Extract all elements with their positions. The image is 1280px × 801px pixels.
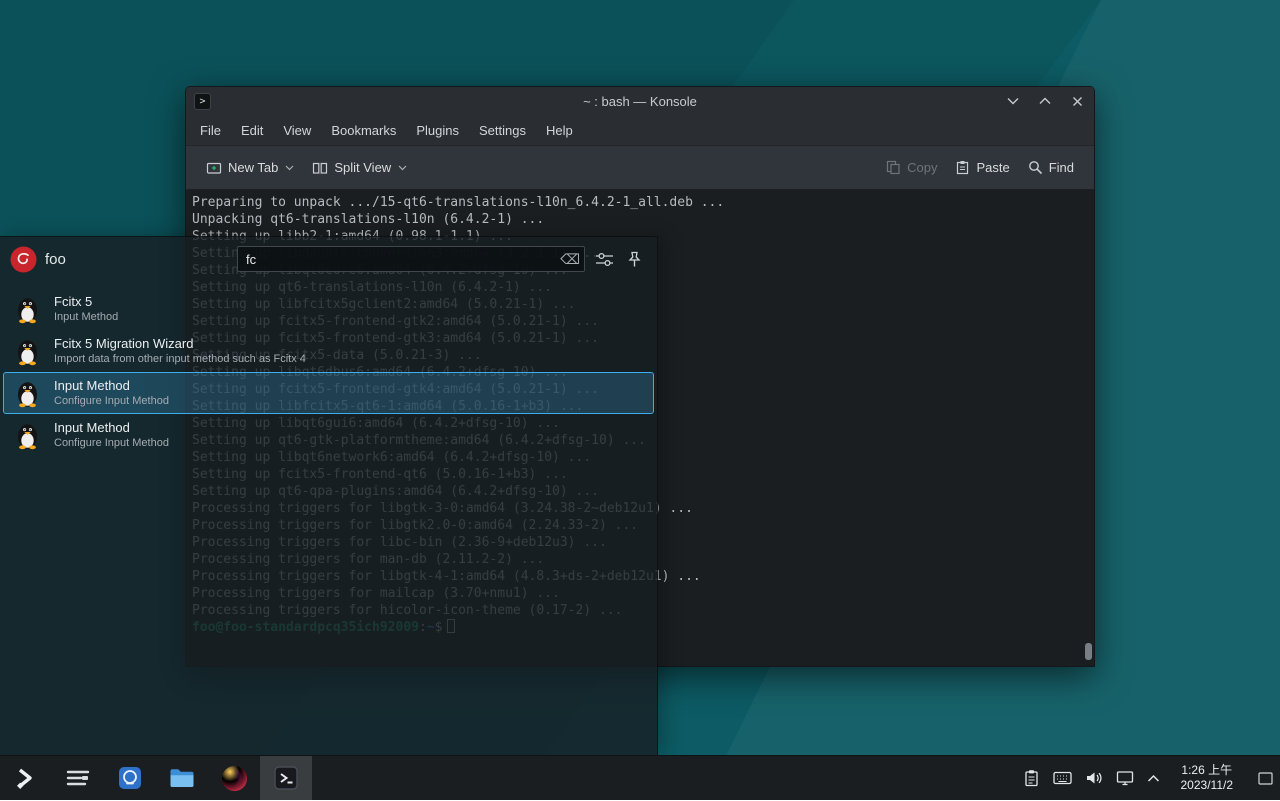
result-subtitle: Import data from other input method such…	[54, 353, 306, 366]
menu-view[interactable]: View	[273, 118, 321, 143]
result-subtitle: Input Method	[54, 311, 118, 324]
firefox-icon	[220, 764, 249, 793]
search-result-item[interactable]: Input Method Configure Input Method	[3, 414, 654, 456]
taskbar-item-firefox[interactable]	[208, 756, 260, 801]
titlebar[interactable]: > ~ : bash — Konsole	[186, 87, 1094, 115]
result-subtitle: Configure Input Method	[54, 395, 169, 408]
show-desktop-icon	[1258, 772, 1273, 785]
launcher-search: ⌫	[237, 246, 585, 272]
clipboard-tray-button[interactable]	[1023, 769, 1040, 787]
chevron-down-icon	[1007, 97, 1019, 105]
menu-plugins[interactable]: Plugins	[406, 118, 469, 143]
app-launcher-button[interactable]	[0, 756, 52, 801]
sliders-icon	[595, 252, 614, 267]
tux-icon	[13, 379, 42, 408]
taskbar-item-files[interactable]	[156, 756, 208, 801]
menu-bar: FileEditViewBookmarksPluginsSettingsHelp	[186, 115, 1094, 146]
configure-button[interactable]	[593, 248, 615, 270]
split-view-button[interactable]: Split View	[304, 153, 415, 183]
folder-icon	[168, 764, 196, 792]
pin-icon	[627, 251, 642, 268]
clipboard-icon	[1023, 769, 1040, 787]
menu-settings[interactable]: Settings	[469, 118, 536, 143]
find-button[interactable]: Find	[1020, 153, 1082, 182]
taskbar-item-pager[interactable]	[52, 756, 104, 801]
taskbar-item-discover[interactable]	[104, 756, 156, 801]
search-result-item[interactable]: Fcitx 5 Input Method	[3, 288, 654, 330]
chevron-up-icon	[1039, 97, 1051, 105]
tux-icon	[13, 337, 42, 366]
new-tab-label: New Tab	[228, 160, 278, 175]
split-view-icon	[312, 160, 328, 176]
system-tray: 1:26 上午 2023/11/2	[1023, 756, 1280, 801]
konsole-icon	[272, 764, 300, 792]
menu-help[interactable]: Help	[536, 118, 583, 143]
distro-logo-avatar[interactable]	[10, 246, 37, 273]
volume-tray-button[interactable]	[1085, 770, 1103, 786]
clock-time: 1:26 上午	[1181, 763, 1234, 778]
maximize-button[interactable]	[1036, 92, 1054, 110]
search-results-list: Fcitx 5 Input Method Fcitx 5 Migration W…	[0, 288, 657, 456]
minimize-button[interactable]	[1004, 92, 1022, 110]
chevron-down-icon	[398, 165, 407, 171]
show-desktop-button[interactable]	[1256, 756, 1274, 801]
desktop: > ~ : bash — Konsole FileEditViewBookmar…	[0, 0, 1280, 800]
launcher-header: foo ⌫	[0, 237, 657, 281]
window-title: ~ : bash — Konsole	[186, 94, 1094, 109]
new-tab-icon	[206, 160, 222, 176]
search-input[interactable]	[237, 246, 585, 272]
konsole-app-icon: >	[194, 93, 211, 110]
chevron-down-icon	[285, 165, 294, 171]
copy-button[interactable]: Copy	[878, 153, 945, 182]
keyboard-tray-button[interactable]	[1053, 771, 1072, 785]
scrollbar-thumb[interactable]	[1085, 643, 1092, 660]
menu-file[interactable]: File	[190, 118, 231, 143]
toolbar: New Tab Split View Copy	[186, 146, 1094, 190]
terminal-line: Unpacking qt6-translations-l10n (6.4.2-1…	[192, 211, 1094, 228]
close-icon	[1072, 96, 1083, 107]
taskbar: 1:26 上午 2023/11/2	[0, 755, 1280, 800]
find-label: Find	[1049, 160, 1074, 175]
tux-icon	[13, 421, 42, 450]
discover-icon	[116, 764, 144, 792]
app-launcher-icon	[12, 764, 40, 792]
display-tray-button[interactable]	[1116, 770, 1134, 786]
tray-expander-button[interactable]	[1147, 774, 1160, 783]
result-title: Input Method	[54, 378, 169, 393]
menu-edit[interactable]: Edit	[231, 118, 273, 143]
monitor-icon	[1116, 770, 1134, 786]
paste-label: Paste	[976, 160, 1009, 175]
result-title: Fcitx 5	[54, 294, 118, 309]
taskbar-item-konsole[interactable]	[260, 756, 312, 801]
pager-icon	[65, 765, 91, 791]
copy-icon	[886, 160, 901, 175]
clock-date: 2023/11/2	[1181, 778, 1234, 793]
result-title: Fcitx 5 Migration Wizard	[54, 336, 306, 351]
keyboard-icon	[1053, 771, 1072, 785]
search-icon	[1028, 160, 1043, 175]
username-label: foo	[45, 251, 66, 268]
pin-button[interactable]	[623, 248, 645, 270]
copy-label: Copy	[907, 160, 937, 175]
result-title: Input Method	[54, 420, 169, 435]
search-result-item[interactable]: Input Method Configure Input Method	[3, 372, 654, 414]
clock[interactable]: 1:26 上午 2023/11/2	[1181, 763, 1234, 793]
app-launcher-popup: foo ⌫	[0, 236, 658, 755]
new-tab-button[interactable]: New Tab	[198, 153, 302, 183]
terminal-scrollbar[interactable]	[1084, 190, 1093, 666]
paste-button[interactable]: Paste	[947, 153, 1017, 182]
tux-icon	[13, 295, 42, 324]
terminal-line: Preparing to unpack .../15-qt6-translati…	[192, 194, 1094, 211]
result-subtitle: Configure Input Method	[54, 437, 169, 450]
close-button[interactable]	[1068, 92, 1086, 110]
search-result-item[interactable]: Fcitx 5 Migration Wizard Import data fro…	[3, 330, 654, 372]
chevron-up-icon	[1147, 774, 1160, 783]
split-view-label: Split View	[334, 160, 391, 175]
paste-icon	[955, 160, 970, 175]
clear-search-icon[interactable]: ⌫	[560, 250, 580, 268]
speaker-icon	[1085, 770, 1103, 786]
menu-bookmarks[interactable]: Bookmarks	[321, 118, 406, 143]
